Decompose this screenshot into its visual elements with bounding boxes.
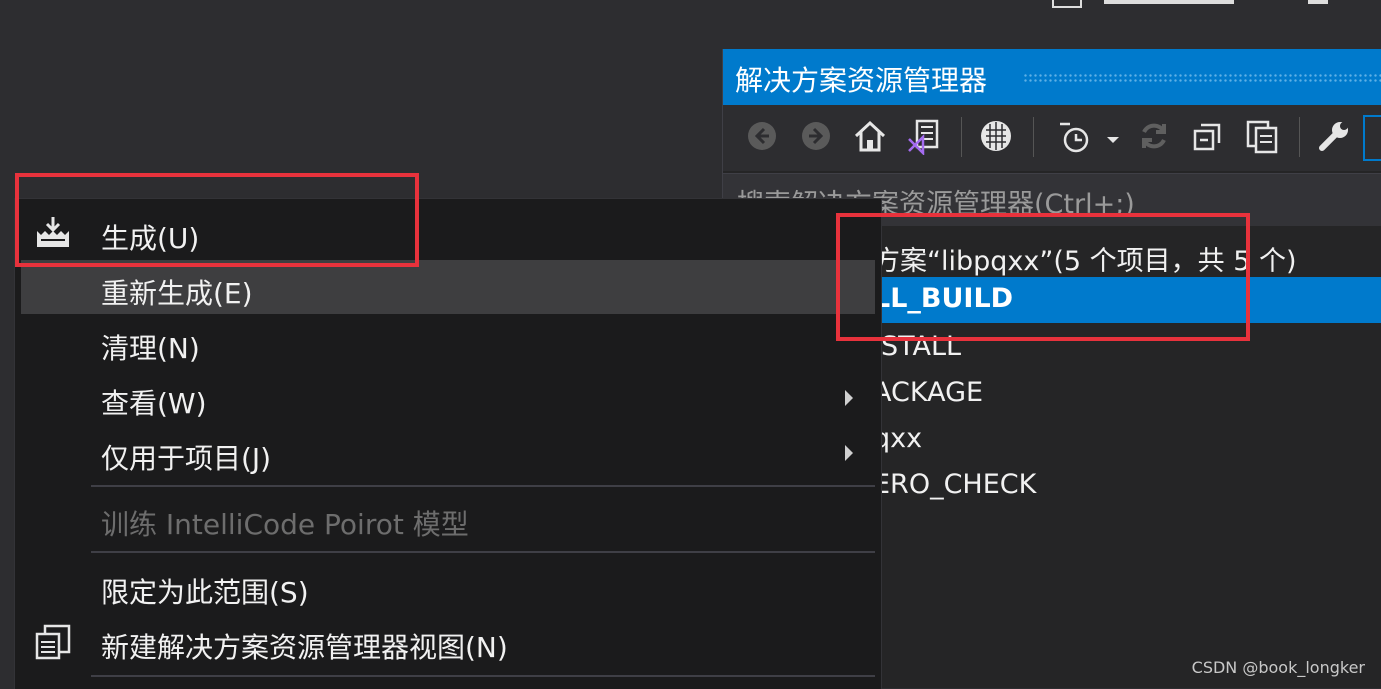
menu-item-train-intellicode[interactable]: 训练 IntelliCode Poirot 模型 [21,491,875,545]
menu-item-label: 重新生成(E) [101,277,253,310]
solution-explorer-title: 解决方案资源管理器 [735,64,988,97]
solution-explorer-title-bar[interactable]: 解决方案资源管理器 [723,49,1381,105]
menu-item-label: 训练 IntelliCode Poirot 模型 [101,508,469,541]
partial-title-text [1104,0,1234,4]
toolbar-separator [1299,117,1300,157]
menu-item-label: 限定为此范围(S) [101,576,309,609]
watermark: CSDN @book_longker [1191,658,1365,677]
solution-explorer-toolbar [723,105,1381,171]
home-icon[interactable] [849,115,891,157]
menu-item-new-explorer-view[interactable]: 新建解决方案资源管理器视图(N) [21,614,875,668]
menu-item-clean[interactable]: 清理(N) [21,315,875,369]
new-view-icon [33,624,73,660]
wrench-icon[interactable] [1313,115,1355,157]
menu-item-label: 仅用于项目(J) [101,442,272,475]
menu-separator [91,551,875,553]
tree-item[interactable]: ACKAGE [873,377,983,408]
window-icon [1052,0,1082,8]
chevron-down-icon[interactable] [1107,137,1119,143]
partial-icon [1308,0,1328,4]
toolbar-separator [1033,117,1034,157]
toolbar-separator [961,117,962,157]
forward-icon[interactable] [795,115,837,157]
filter-icon[interactable] [975,115,1017,157]
copy-icon[interactable] [1241,115,1283,157]
menu-item-view[interactable]: 查看(W) [21,370,875,424]
history-icon[interactable] [1053,115,1095,157]
menu-item-project-only[interactable]: 仅用于项目(J) [21,425,875,479]
context-menu: 生成(U) 重新生成(E) 清理(N) 查看(W) 仅用于项目(J) 训练 In… [14,198,882,689]
partial-dropdown[interactable] [1363,115,1381,161]
menu-item-label: 新建解决方案资源管理器视图(N) [101,631,508,664]
top-window-controls [1050,0,1381,10]
back-icon[interactable] [741,115,783,157]
menu-separator [91,485,875,487]
highlight-box-all-build [836,213,1250,341]
collapse-all-icon[interactable] [1187,115,1229,157]
menu-item-scope-to-this[interactable]: 限定为此范围(S) [21,559,875,613]
submenu-arrow-icon [845,390,853,406]
sync-icon[interactable] [1133,115,1175,157]
menu-item-rebuild[interactable]: 重新生成(E) [21,260,875,314]
menu-item-label: 清理(N) [101,332,200,365]
vs-solution-icon[interactable] [903,115,945,157]
title-grip [1023,73,1381,83]
submenu-arrow-icon [845,445,853,461]
menu-item-label: 查看(W) [101,387,207,420]
tree-item[interactable]: ERO_CHECK [873,469,1036,500]
highlight-box-build [15,173,419,267]
menu-separator [91,675,875,677]
